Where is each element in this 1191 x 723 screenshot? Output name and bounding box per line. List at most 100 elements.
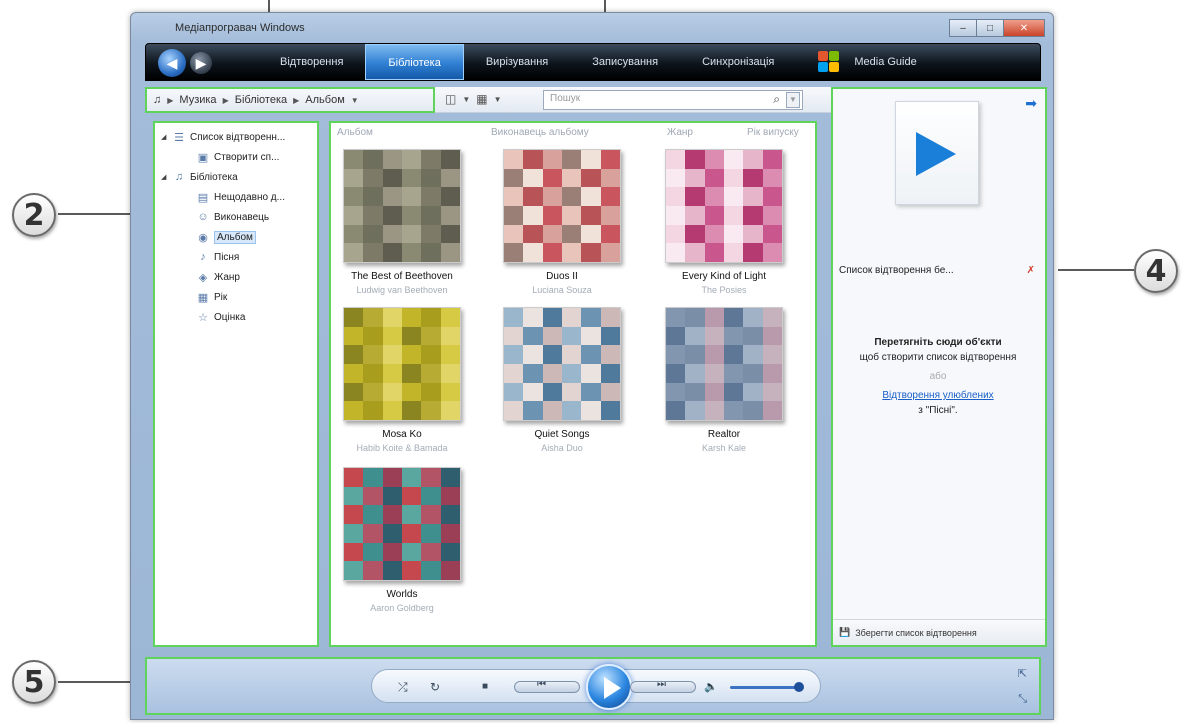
media-guide-label: Media Guide — [854, 56, 917, 68]
nav-tree-item[interactable]: ☺ Виконавець — [155, 207, 317, 227]
search-dropdown-icon[interactable]: ▼ — [786, 92, 800, 108]
album-art[interactable] — [343, 467, 461, 581]
search-input[interactable]: Пошук ⌕ ▼ — [543, 90, 803, 110]
nav-tree-item[interactable]: ▣ Створити сп... — [155, 147, 317, 167]
clear-list-icon[interactable]: ✗ — [1027, 265, 1035, 276]
content-pane: Альбом Виконавець альбому Жанр Рік випус… — [329, 121, 817, 647]
tab-library[interactable]: Бібліотека — [365, 44, 464, 80]
nav-tree-item[interactable]: ▤ Нещодавно д... — [155, 187, 317, 207]
nav-tree-item[interactable]: ♪ Пісня — [155, 247, 317, 267]
album-tile[interactable]: The Best of Beethoven Ludwig van Beethove… — [327, 149, 477, 295]
breadcrumb-dropdown-icon[interactable]: ▼ — [351, 96, 359, 105]
search-icon[interactable]: ⌕ — [773, 92, 780, 107]
album-title[interactable]: The Best of Beethoven — [327, 271, 477, 282]
new-playlist-icon: ▣ — [197, 151, 209, 164]
list-header[interactable]: Список відтворення бе... ✗ — [839, 265, 1035, 276]
switch-to-now-playing-icon[interactable]: ⇱ — [1018, 667, 1027, 680]
album-title[interactable]: Mosa Ko — [327, 429, 477, 440]
nav-tree-item[interactable]: ◉ Альбом — [155, 227, 317, 247]
music-note-icon: ♫ — [174, 171, 184, 183]
play-favorites-link[interactable]: Відтворення улюблених — [843, 388, 1033, 403]
compact-mode-icon[interactable]: ⤡ — [1018, 693, 1027, 706]
layout-options-icon[interactable]: ◫ — [445, 92, 456, 106]
column-header-album[interactable]: Альбом — [337, 127, 373, 138]
nav-tree-item[interactable]: ◢ ♫ Бібліотека — [155, 167, 317, 187]
play-button[interactable] — [586, 664, 632, 710]
list-header-title[interactable]: Список відтворення бе... — [839, 265, 954, 276]
nav-tree-item[interactable]: ☆ Оцінка — [155, 307, 317, 327]
album-art[interactable] — [665, 149, 783, 263]
album-tile[interactable]: Duos II Luciana Souza — [487, 149, 637, 295]
column-header-album-artist[interactable]: Виконавець альбому — [491, 127, 589, 138]
previous-button[interactable]: ⏮ — [514, 679, 580, 693]
list-pane-arrow-icon[interactable]: ➡ — [1025, 95, 1037, 112]
nav-tree-item[interactable]: ▦ Рік — [155, 287, 317, 307]
next-button[interactable]: ⏭ — [630, 679, 696, 693]
album-artist[interactable]: Ludwig van Beethoven — [327, 285, 477, 295]
nav-tree-item-label: Виконавець — [214, 211, 270, 223]
breadcrumb-separator-icon: ▶ — [222, 95, 229, 105]
album-artist[interactable]: The Posies — [649, 285, 799, 295]
repeat-icon[interactable]: ↻ — [430, 680, 440, 694]
save-list-label[interactable]: Зберегти список відтворення — [855, 628, 977, 638]
tab-media-guide[interactable]: Media Guide — [796, 44, 938, 80]
album-title[interactable]: Worlds — [327, 589, 477, 600]
album-tile[interactable]: Mosa Ko Habib Koite & Bamada — [327, 307, 477, 453]
back-button[interactable]: ◀ — [158, 49, 186, 77]
column-header-year[interactable]: Рік випуску — [747, 127, 799, 138]
album-title[interactable]: Quiet Songs — [487, 429, 637, 440]
album-artist[interactable]: Luciana Souza — [487, 285, 637, 295]
breadcrumb-album[interactable]: Альбом — [305, 94, 344, 106]
nav-tree-item-label: Жанр — [214, 271, 240, 283]
drop-message-or: або — [929, 371, 947, 382]
album-tile[interactable]: Realtor Karsh Kale — [649, 307, 799, 453]
album-title[interactable]: Duos II — [487, 271, 637, 282]
album-title[interactable]: Every Kind of Light — [649, 271, 799, 282]
album-tile[interactable]: Quiet Songs Aisha Duo — [487, 307, 637, 453]
album-artist[interactable]: Habib Koite & Bamada — [327, 443, 477, 453]
album-art[interactable] — [503, 307, 621, 421]
column-header-genre[interactable]: Жанр — [667, 127, 693, 138]
album-title[interactable]: Realtor — [649, 429, 799, 440]
nav-tree-item[interactable]: ◈ Жанр — [155, 267, 317, 287]
breadcrumb-library[interactable]: Бібліотека — [235, 94, 287, 106]
volume-slider[interactable] — [730, 686, 802, 689]
nav-tree-item-label: Оцінка — [214, 311, 246, 323]
expand-icon[interactable]: ◢ — [161, 133, 171, 141]
tab-burn[interactable]: Записування — [570, 44, 680, 80]
chevron-down-icon[interactable]: ▼ — [494, 95, 502, 104]
player-controls-bar: ⤮ ↻ ■ ⏮ ⏭ 🔈 ⇱ ⤡ — [145, 657, 1041, 715]
volume-icon[interactable]: 🔈 — [704, 680, 718, 693]
volume-slider-handle[interactable] — [794, 682, 804, 692]
playlist-icon: ☰ — [174, 131, 184, 144]
breadcrumb-music[interactable]: Музика — [179, 94, 216, 106]
close-button[interactable]: ✕ — [1003, 19, 1045, 37]
view-options-icon[interactable]: ▦ — [476, 92, 487, 106]
forward-button[interactable]: ▶ — [190, 52, 212, 74]
toolbar: ♫ ▶ Музика ▶ Бібліотека ▶ Альбом ▼ ◫ ▼ ▦… — [145, 87, 835, 113]
album-tile[interactable]: Worlds Aaron Goldberg — [327, 467, 477, 613]
rating-icon: ☆ — [198, 311, 208, 324]
expand-icon[interactable]: ◢ — [161, 173, 171, 181]
chevron-down-icon[interactable]: ▼ — [462, 95, 470, 104]
callout-5-label: 5 — [23, 664, 45, 700]
album-artist[interactable]: Karsh Kale — [649, 443, 799, 453]
save-list-bar[interactable]: 💾 Зберегти список відтворення — [833, 619, 1045, 645]
album-art[interactable] — [343, 307, 461, 421]
album-tile[interactable]: Every Kind of Light The Posies — [649, 149, 799, 295]
minimize-button[interactable]: – — [949, 19, 977, 37]
drop-message: Перетягніть сюди об'єкти щоб створити сп… — [843, 335, 1033, 418]
tab-rip[interactable]: Вирізування — [464, 44, 570, 80]
album-art[interactable] — [665, 307, 783, 421]
album-art[interactable] — [503, 149, 621, 263]
stop-icon[interactable]: ■ — [482, 681, 488, 692]
genre-icon: ◈ — [198, 271, 208, 284]
album-artist[interactable]: Aaron Goldberg — [327, 603, 477, 613]
tab-playback[interactable]: Відтворення — [258, 44, 365, 80]
nav-tree-item[interactable]: ◢ ☰ Список відтворенн... — [155, 127, 317, 147]
maximize-button[interactable]: □ — [976, 19, 1004, 37]
tab-sync[interactable]: Синхронізація — [680, 44, 796, 80]
album-artist[interactable]: Aisha Duo — [487, 443, 637, 453]
album-art[interactable] — [343, 149, 461, 263]
shuffle-icon[interactable]: ⤮ — [398, 680, 408, 695]
